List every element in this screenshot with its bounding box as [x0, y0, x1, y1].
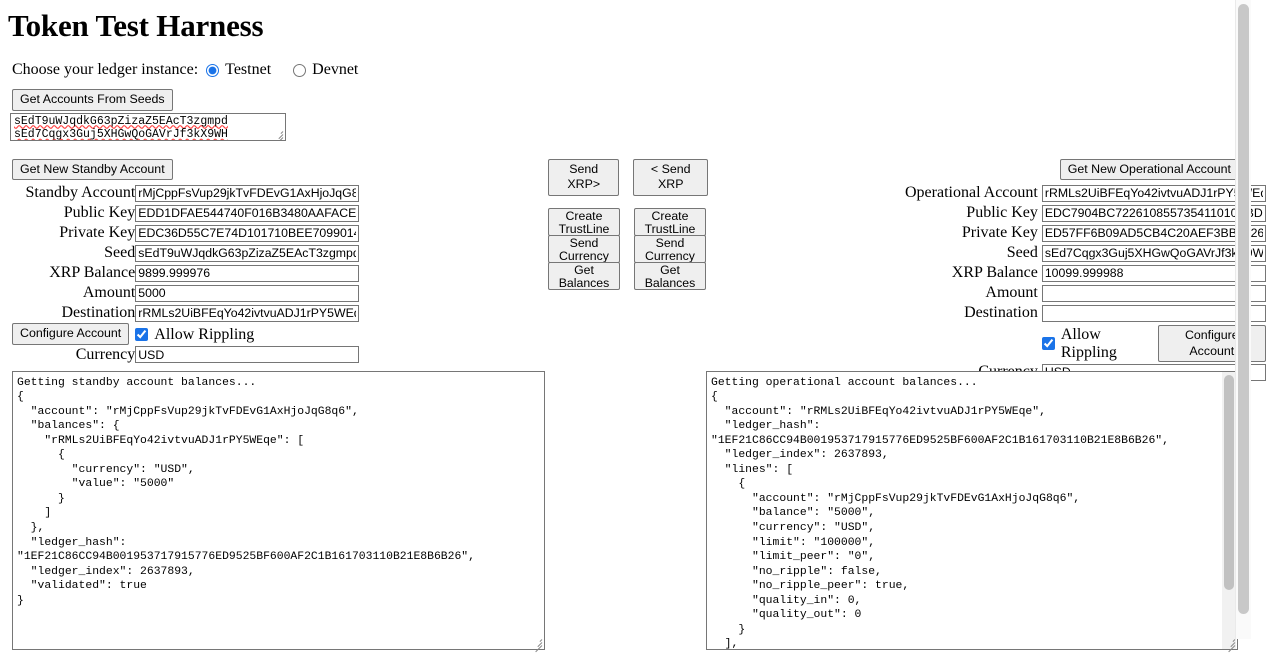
operational-input-amount[interactable]	[1041, 284, 1266, 302]
standby-row-currency: Currency	[12, 345, 360, 365]
standby-label-amount: Amount	[82, 284, 136, 301]
operational-allow-rippling-checkbox[interactable]	[1041, 337, 1055, 350]
operational-output-scrollbar-thumb[interactable]	[1224, 374, 1234, 590]
operational-allow-rippling[interactable]: Allow Rippling Configure Account	[1041, 325, 1266, 362]
app-page: Token Test Harness Choose your ledger in…	[0, 0, 1266, 652]
action-stacks: Create TrustLine Send Currency Get Balan…	[548, 207, 708, 290]
operational-row-xrp-balance: XRP Balance	[905, 263, 1266, 283]
standby-row-amount: Amount	[12, 283, 360, 303]
operational-input-destination[interactable]	[1041, 304, 1266, 322]
standby-form: Standby Account Public Key Private Key S…	[12, 183, 360, 365]
radio-devnet[interactable]: Devnet	[293, 61, 358, 79]
get-new-standby-account-wrap: Get New Standby Account	[12, 158, 342, 180]
standby-allow-rippling[interactable]: Allow Rippling	[135, 326, 359, 344]
standby-input-public-key[interactable]	[135, 204, 360, 222]
operational-input-account[interactable]	[1041, 184, 1266, 202]
radio-devnet-label: Devnet	[312, 61, 359, 78]
radio-testnet[interactable]: Testnet	[206, 61, 271, 79]
operational-create-trustline-button[interactable]: Create TrustLine	[634, 207, 706, 236]
get-accounts-from-seeds-wrap: Get Accounts From Seeds	[0, 79, 1251, 111]
operational-row-seed: Seed	[905, 243, 1266, 263]
center-actions: Send XRP> < Send XRP Create TrustLine Se…	[548, 158, 708, 290]
standby-output-textarea[interactable]: Getting standby account balances... { "a…	[12, 370, 545, 650]
standby-row-account: Standby Account	[12, 183, 360, 203]
output-areas: Getting standby account balances... { "a…	[0, 370, 1251, 661]
get-new-operational-account-wrap: Get New Operational Account	[905, 158, 1239, 180]
standby-label-private-key: Private Key	[59, 224, 136, 241]
get-new-standby-account-button[interactable]: Get New Standby Account	[12, 158, 173, 180]
operational-row-destination: Destination	[905, 303, 1266, 323]
operational-row-private-key: Private Key	[905, 223, 1266, 243]
standby-row-destination: Destination	[12, 303, 360, 323]
operational-label-account: Operational Account	[905, 184, 1038, 201]
operational-send-currency-button[interactable]: Send Currency	[634, 234, 706, 263]
standby-label-account: Standby Account	[25, 184, 136, 201]
operational-input-xrp-balance[interactable]	[1041, 264, 1266, 282]
page-scrollbar[interactable]	[1235, 0, 1251, 639]
standby-row-configure: Configure Account Allow Rippling	[12, 323, 359, 345]
standby-input-currency[interactable]	[135, 346, 360, 363]
standby-configure-account-button[interactable]: Configure Account	[12, 323, 130, 345]
standby-send-currency-button[interactable]: Send Currency	[548, 234, 620, 263]
standby-input-private-key[interactable]	[135, 224, 360, 242]
radio-testnet-input[interactable]	[206, 63, 220, 77]
operational-label-xrp-balance: XRP Balance	[951, 264, 1038, 281]
operational-label-amount: Amount	[985, 284, 1038, 301]
operational-output-textarea[interactable]: Getting operational account balances... …	[706, 370, 1238, 650]
standby-allow-rippling-checkbox[interactable]	[135, 328, 149, 342]
get-accounts-from-seeds-button[interactable]: Get Accounts From Seeds	[12, 89, 173, 111]
radio-devnet-input[interactable]	[293, 63, 307, 77]
standby-input-seed[interactable]	[135, 244, 360, 262]
operational-output-scrollbar[interactable]	[1222, 371, 1236, 649]
standby-get-balances-button[interactable]: Get Balances	[548, 261, 620, 290]
operational-row-amount: Amount	[905, 283, 1266, 303]
operational-input-seed[interactable]	[1041, 244, 1266, 262]
operational-action-stack: Create TrustLine Send Currency Get Balan…	[634, 207, 706, 290]
standby-input-xrp-balance[interactable]	[135, 264, 360, 282]
standby-action-stack: Create TrustLine Send Currency Get Balan…	[548, 207, 620, 290]
standby-label-currency: Currency	[75, 345, 136, 363]
ledger-instance-label: Choose your ledger instance:	[12, 61, 199, 78]
get-new-operational-account-button[interactable]: Get New Operational Account	[1059, 158, 1239, 180]
seed-line-2: sEd7Cqgx3Guj5XHGwQoGAVrJf3kX9WH	[14, 127, 228, 141]
standby-label-destination: Destination	[61, 304, 136, 321]
standby-create-trustline-button[interactable]: Create TrustLine	[548, 207, 620, 236]
operational-label-destination: Destination	[964, 304, 1038, 321]
standby-label-xrp-balance: XRP Balance	[49, 264, 136, 281]
operational-row-account: Operational Account	[905, 183, 1266, 203]
operational-panel: Get New Operational Account Operational …	[905, 158, 1266, 383]
operational-label-seed: Seed	[1006, 244, 1038, 261]
operational-label-public-key: Public Key	[966, 204, 1038, 221]
operational-row-public-key: Public Key	[905, 203, 1266, 223]
standby-input-account[interactable]	[135, 184, 360, 202]
accounts-columns: Get New Standby Account Standby Account …	[0, 158, 1266, 381]
standby-input-destination[interactable]	[135, 304, 360, 322]
standby-panel: Get New Standby Account Standby Account …	[12, 158, 360, 365]
standby-row-xrp-balance: XRP Balance	[12, 263, 360, 283]
send-xrp-row: Send XRP> < Send XRP	[548, 158, 708, 196]
operational-allow-rippling-label: Allow Rippling	[1060, 325, 1117, 361]
send-xrp-to-standby-button[interactable]: < Send XRP	[633, 158, 708, 196]
standby-row-private-key: Private Key	[12, 223, 360, 243]
seed-line-1: sEdT9uWJqdkG63pZizaZ5EAcT3zgmpd	[14, 114, 228, 128]
operational-row-configure: Allow Rippling Configure Account	[905, 323, 1266, 362]
standby-input-amount[interactable]	[135, 284, 360, 302]
standby-row-public-key: Public Key	[12, 203, 360, 223]
standby-label-seed: Seed	[104, 244, 136, 261]
radio-testnet-label: Testnet	[225, 61, 272, 78]
operational-label-private-key: Private Key	[961, 224, 1038, 241]
ledger-instance-selector: Choose your ledger instance: Testnet Dev…	[0, 44, 1251, 79]
operational-get-balances-button[interactable]: Get Balances	[634, 261, 706, 290]
standby-label-public-key: Public Key	[63, 204, 136, 221]
send-xrp-to-operational-button[interactable]: Send XRP>	[548, 158, 620, 196]
page-scrollbar-thumb[interactable]	[1238, 4, 1249, 614]
operational-input-private-key[interactable]	[1041, 224, 1266, 242]
page-title: Token Test Harness	[8, 8, 264, 43]
standby-allow-rippling-label: Allow Rippling	[154, 325, 255, 343]
operational-input-public-key[interactable]	[1041, 204, 1266, 222]
standby-row-seed: Seed	[12, 243, 360, 263]
operational-form: Operational Account Public Key Private K…	[905, 183, 1266, 382]
seeds-textarea[interactable]: sEdT9uWJqdkG63pZizaZ5EAcT3zgmpd sEd7Cqgx…	[10, 112, 286, 141]
